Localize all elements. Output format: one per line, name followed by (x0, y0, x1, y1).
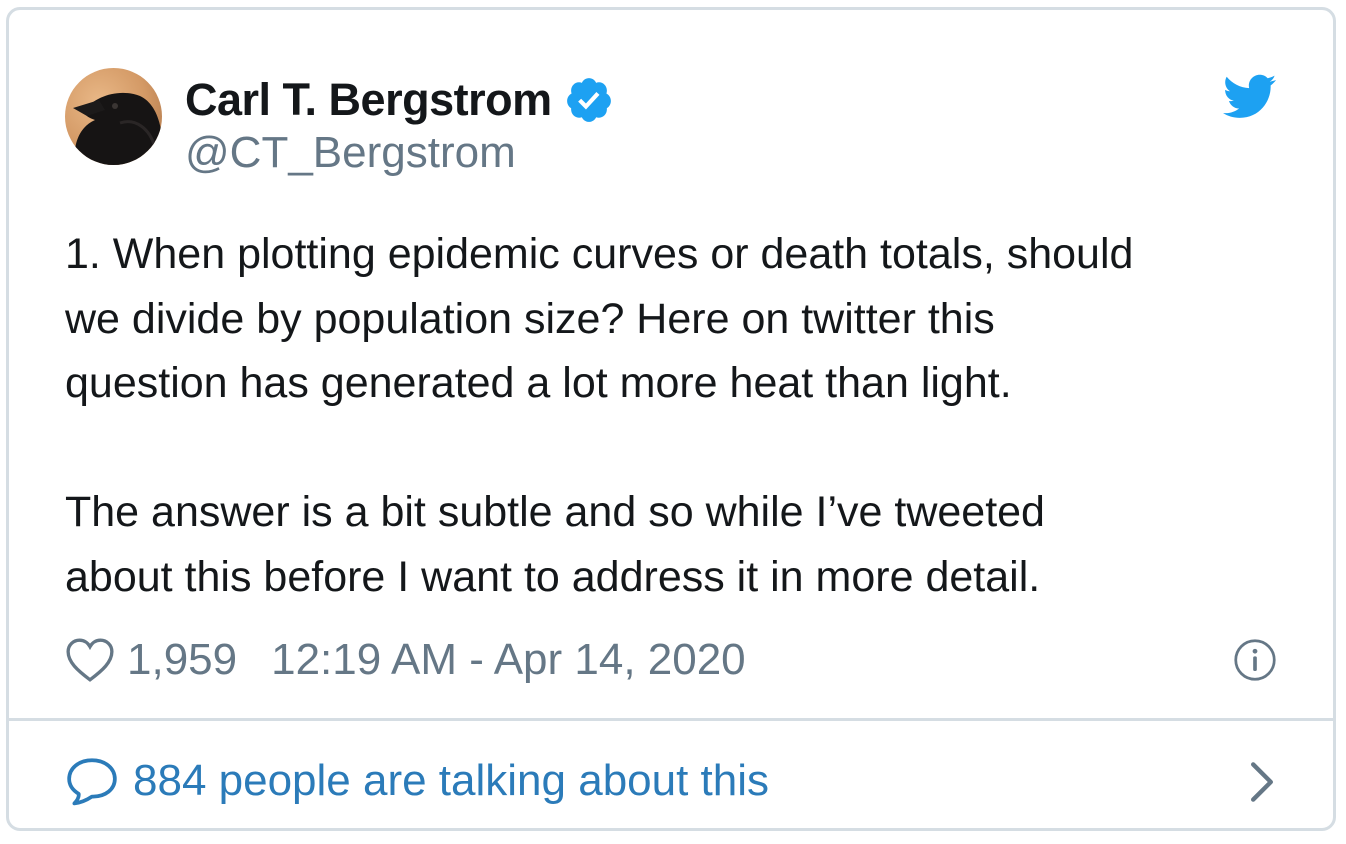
chevron-right-icon[interactable] (1247, 760, 1277, 804)
tweet-meta: 1,959 12:19 AM - Apr 14, 2020 (65, 630, 1277, 690)
display-name[interactable]: Carl T. Bergstrom (185, 74, 552, 126)
speech-bubble-icon (67, 758, 117, 806)
tweet-line: about this before I want to address it i… (65, 552, 1041, 601)
tweet-line: The answer is a bit subtle and so while … (65, 488, 1045, 536)
tweet-line: 1. When plotting epidemic curves or deat… (65, 230, 1134, 278)
divider (9, 718, 1333, 721)
twitter-bird-icon[interactable] (1223, 74, 1277, 120)
talking-about-label[interactable]: 884 people are talking about this (133, 756, 769, 806)
tweet-line: question has generated a lot more heat t… (65, 359, 1012, 407)
verified-badge-icon (566, 78, 611, 122)
tweet-line: we divide by population size? Here on tw… (65, 294, 995, 343)
avatar[interactable] (65, 68, 162, 165)
like-count[interactable]: 1,959 (127, 635, 237, 685)
heart-icon[interactable] (65, 637, 115, 683)
tweet-text: 1. When plotting epidemic curves or deat… (65, 222, 1285, 609)
display-name-row: Carl T. Bergstrom (185, 72, 614, 128)
tweet-card[interactable]: Carl T. Bergstrom @CT_Bergstrom 1. When … (6, 7, 1336, 831)
conversation-link[interactable]: 884 people are talking about this (65, 746, 1277, 816)
info-icon[interactable] (1233, 638, 1277, 682)
author-handle[interactable]: @CT_Bergstrom (185, 128, 614, 178)
tweet-header: Carl T. Bergstrom @CT_Bergstrom (65, 68, 1277, 178)
author-names: Carl T. Bergstrom @CT_Bergstrom (185, 72, 614, 178)
timestamp-link[interactable]: 12:19 AM - Apr 14, 2020 (271, 635, 746, 685)
